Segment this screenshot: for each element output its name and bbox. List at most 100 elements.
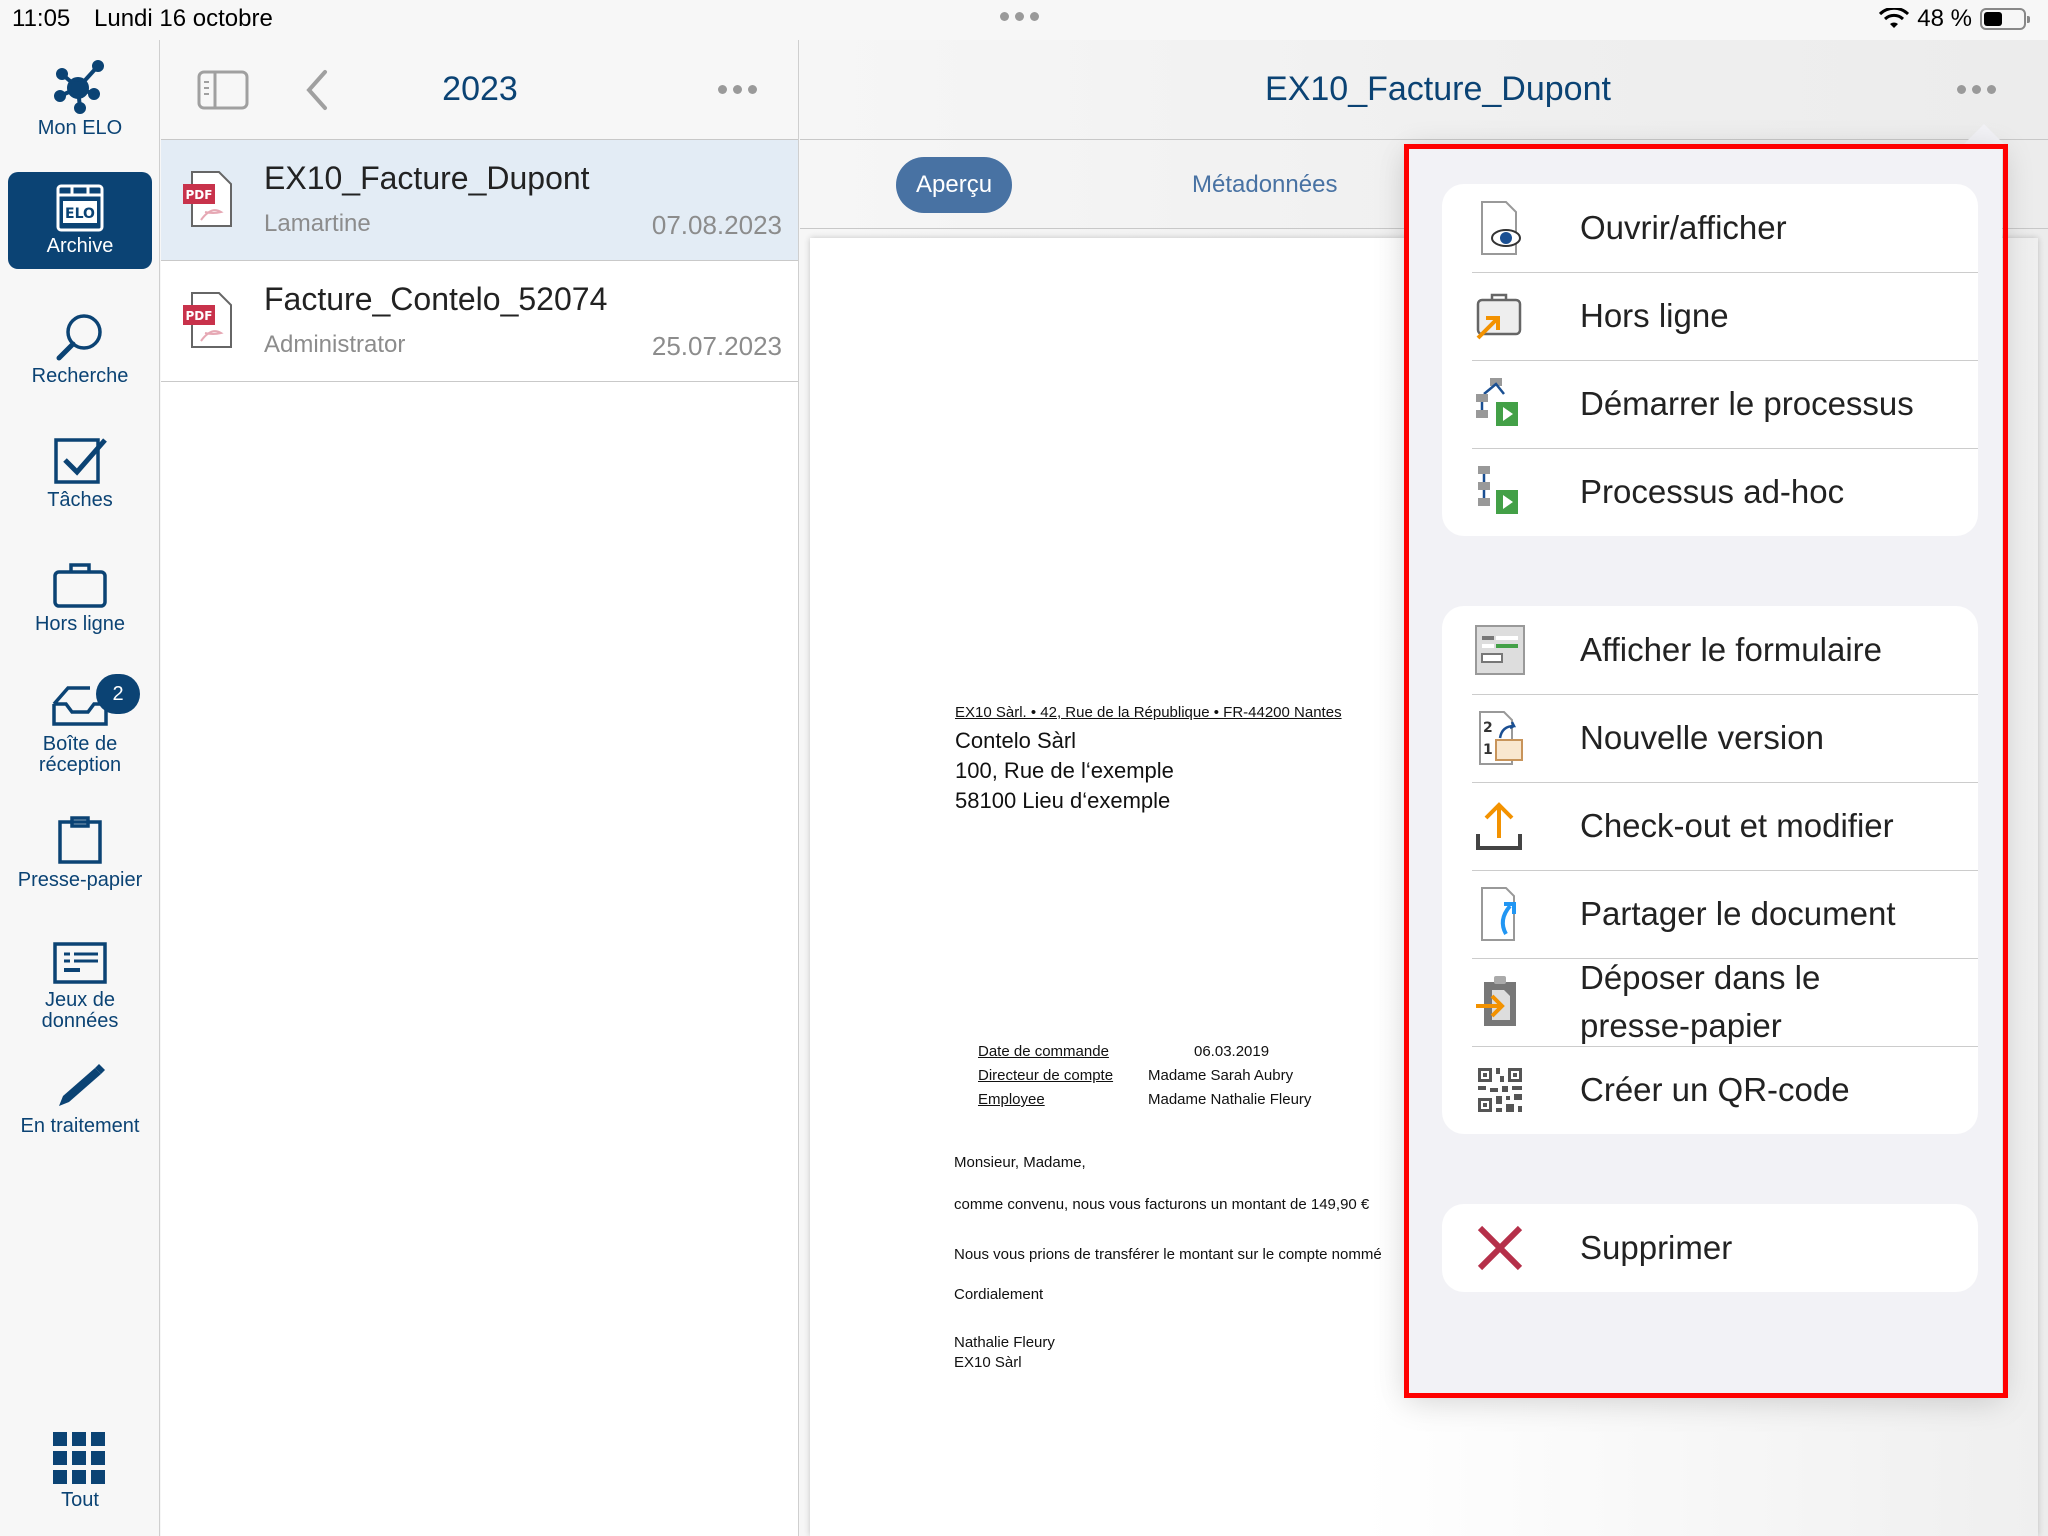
action-creer-qr-code[interactable]: Créer un QR-code [1442, 1046, 1978, 1134]
battery-icon [1980, 8, 2030, 30]
document-more-icon[interactable] [1957, 85, 1996, 94]
detail-header: EX10_Facture_Dupont [800, 40, 2048, 140]
inbox-count-badge: 2 [96, 674, 140, 714]
action-label: Hors ligne [1580, 297, 1729, 334]
action-label: Partager le document [1580, 895, 1896, 932]
recipient-line: Contelo Sàrl [955, 728, 1077, 753]
action-label: Check-out et modifier [1580, 807, 1894, 844]
tab-apercu[interactable]: Aperçu [896, 157, 1013, 213]
action-label: Supprimer [1580, 1229, 1733, 1266]
action-label: Ouvrir/afficher [1580, 209, 1787, 246]
status-indicators: 48 % [1879, 5, 2030, 33]
svg-text:PDF: PDF [186, 309, 213, 323]
action-label-line: presse-papier [1580, 1007, 1782, 1044]
document-title: EX10_Facture_Dupont [1265, 70, 1611, 108]
nav-label: Presse-papier [17, 869, 143, 891]
svg-text:PDF: PDF [186, 188, 213, 202]
nav-label: Tout [61, 1489, 99, 1511]
action-deposer-presse-papier[interactable]: Déposer dans le presse-papier [1442, 958, 1978, 1046]
action-processus-ad-hoc[interactable]: Processus ad-hoc [1442, 448, 1978, 536]
clipboard-icon [58, 816, 102, 864]
recipient-address: Contelo Sàrl 100, Rue de l‘exemple 58100… [955, 726, 1174, 816]
salutation: Monsieur, Madame, [954, 1154, 1086, 1171]
svg-text:ELO: ELO [65, 206, 95, 222]
action-afficher-formulaire[interactable]: Afficher le formulaire [1442, 606, 1978, 694]
order-value: 06.03.2019 [1194, 1043, 1270, 1060]
popover-arrow [1962, 124, 2006, 146]
status-bar: 11:05 Lundi 16 octobre 48 % [0, 0, 2048, 40]
nav-item-presse-papier[interactable]: Presse-papier [8, 812, 152, 891]
body-paragraph: comme convenu, nous vous facturons un mo… [954, 1196, 1370, 1213]
order-value: Madame Sarah Aubry [1148, 1067, 1294, 1084]
status-date: Lundi 16 octobre [94, 5, 273, 32]
nav-item-tout[interactable]: Tout [8, 1432, 152, 1511]
list-more-icon[interactable] [718, 85, 757, 94]
elo-archive-icon: ELO [56, 184, 104, 232]
multitasking-dots-icon[interactable] [1000, 12, 1039, 21]
nav-label: Archive [46, 235, 114, 257]
nav-label: Jeux de [44, 989, 116, 1011]
action-group-primary: Ouvrir/afficher Hors ligne Démarrer le p… [1442, 184, 1978, 536]
nav-item-en-traitement[interactable]: En traitement [8, 1060, 152, 1137]
action-hors-ligne[interactable]: Hors ligne [1442, 272, 1978, 360]
action-label: Processus ad-hoc [1580, 473, 1845, 510]
battery-percent: 48 % [1917, 5, 1972, 32]
document-name: EX10_Facture_Dupont [264, 160, 590, 196]
action-check-out-modifier[interactable]: Check-out et modifier [1442, 782, 1978, 870]
nav-label: Hors ligne [34, 613, 126, 635]
dataset-form-icon [53, 942, 107, 984]
nav-label: Recherche [31, 365, 129, 387]
action-label: Nouvelle version [1580, 719, 1824, 756]
action-demarrer-processus[interactable]: Démarrer le processus [1442, 360, 1978, 448]
clipboard-drop-icon [1472, 974, 1528, 1030]
nav-item-mon-elo[interactable]: Mon ELO [8, 60, 152, 139]
action-supprimer[interactable]: Supprimer [1442, 1204, 1978, 1292]
action-label: Afficher le formulaire [1580, 631, 1883, 668]
action-partager-document[interactable]: Partager le document [1442, 870, 1978, 958]
adhoc-workflow-icon [1472, 464, 1528, 520]
new-version-icon: 21 [1472, 710, 1528, 766]
folder-title: 2023 [442, 70, 518, 108]
main-nav-rail: Mon ELO ELO Archive Recherche Tâches Hor… [0, 40, 160, 1536]
pdf-file-icon: PDF [183, 292, 232, 348]
document-author: Administrator [264, 331, 406, 358]
svg-text:2: 2 [1483, 720, 1493, 736]
action-label: Créer un QR-code [1580, 1071, 1850, 1108]
nav-label: Tâches [47, 489, 113, 511]
delete-x-icon [1472, 1220, 1528, 1276]
network-hub-icon [54, 60, 104, 114]
signature-company: EX10 Sàrl [954, 1354, 1022, 1371]
order-value: Madame Nathalie Fleury [1148, 1091, 1312, 1108]
nav-item-taches[interactable]: Tâches [8, 436, 152, 511]
closing: Cordialement [954, 1286, 1044, 1303]
body-paragraph: Nous vous prions de transférer le montan… [954, 1246, 1382, 1263]
order-label: Date de commande [978, 1043, 1109, 1060]
action-label-line: Déposer dans le [1580, 959, 1821, 996]
action-label: Déposer dans le presse-papier [1580, 954, 1820, 1050]
recipient-line: 58100 Lieu d‘exemple [955, 788, 1171, 813]
nav-label: données [41, 1010, 119, 1032]
sender-line: EX10 Sàrl. • 42, Rue de la République • … [955, 704, 1342, 721]
action-nouvelle-version[interactable]: 21 Nouvelle version [1442, 694, 1978, 782]
tab-metadonnees[interactable]: Métadonnées [1192, 157, 1337, 213]
status-time: 11:05 [12, 5, 71, 32]
document-date: 25.07.2023 [651, 331, 782, 361]
nav-label: Boîte de [42, 733, 118, 755]
order-details: Date de commande 06.03.2019 Directeur de … [978, 1040, 1311, 1112]
document-name: Facture_Contelo_52074 [264, 281, 608, 317]
nav-label: réception [38, 754, 122, 776]
nav-item-boite-de-reception[interactable]: 2 Boîte de réception [8, 674, 152, 776]
action-ouvrir-afficher[interactable]: Ouvrir/afficher [1442, 184, 1978, 272]
nav-item-recherche[interactable]: Recherche [8, 312, 152, 387]
document-eye-icon [1472, 200, 1528, 256]
nav-item-archive[interactable]: ELO Archive [8, 172, 152, 269]
recipient-line: 100, Rue de l‘exemple [955, 758, 1174, 783]
nav-item-jeux-de-donnees[interactable]: Jeux de données [8, 940, 152, 1032]
nav-label: Mon ELO [37, 117, 123, 139]
document-author: Lamartine [264, 210, 371, 237]
list-item[interactable]: PDF EX10_Facture_Dupont Lamartine 07.08.… [161, 140, 798, 261]
pen-icon [59, 1064, 105, 1106]
form-icon [1472, 622, 1528, 678]
nav-item-hors-ligne[interactable]: Hors ligne [8, 560, 152, 635]
list-item[interactable]: PDF Facture_Contelo_52074 Administrator … [161, 261, 798, 382]
